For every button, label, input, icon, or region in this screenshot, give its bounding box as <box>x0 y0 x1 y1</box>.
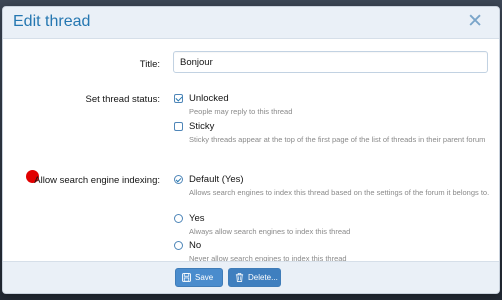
title-input[interactable] <box>173 51 488 73</box>
unlocked-hint: People may reply to this thread <box>189 107 293 116</box>
delete-label: Delete... <box>248 273 278 282</box>
close-icon[interactable]: ✕ <box>467 12 483 32</box>
dialog-title: Edit thread <box>13 13 91 30</box>
save-button[interactable]: Save <box>175 268 223 287</box>
yes-label: Yes <box>189 213 205 224</box>
edit-thread-dialog: Edit thread ✕ Title: Set thread status: … <box>2 6 500 294</box>
save-label: Save <box>195 273 214 282</box>
title-label: Title: <box>139 59 160 70</box>
no-radio[interactable] <box>174 241 183 250</box>
yes-hint: Always allow search engines to index thi… <box>189 227 351 236</box>
status-option-unlocked[interactable]: Unlocked People may reply to this thread <box>174 93 494 117</box>
sticky-hint: Sticky threads appear at the top of the … <box>189 135 486 144</box>
default-hint: Allows search engines to index this thre… <box>189 188 490 197</box>
dialog-footer: Save Delete... <box>3 261 499 293</box>
delete-button[interactable]: Delete... <box>228 268 281 287</box>
indexing-option-default[interactable]: Default (Yes) Allows search engines to i… <box>174 174 494 198</box>
unlocked-checkbox[interactable] <box>174 94 183 103</box>
indexing-option-yes[interactable]: Yes Always allow search engines to index… <box>174 213 494 237</box>
sticky-checkbox[interactable] <box>174 122 183 131</box>
search-indexing-label: Allow search engine indexing: <box>34 175 160 186</box>
trash-icon <box>235 273 244 282</box>
status-option-sticky[interactable]: Sticky Sticky threads appear at the top … <box>174 121 494 145</box>
default-radio[interactable] <box>174 175 183 184</box>
yes-radio[interactable] <box>174 214 183 223</box>
sticky-label: Sticky <box>189 121 215 132</box>
unlocked-label: Unlocked <box>189 93 229 104</box>
dialog-header: Edit thread ✕ <box>3 7 499 39</box>
default-label: Default (Yes) <box>189 174 244 185</box>
save-icon <box>182 273 191 282</box>
no-label: No <box>189 240 202 251</box>
thread-status-label: Set thread status: <box>85 94 160 105</box>
dialog-body: Title: Set thread status: Unlocked Peopl… <box>3 39 499 263</box>
